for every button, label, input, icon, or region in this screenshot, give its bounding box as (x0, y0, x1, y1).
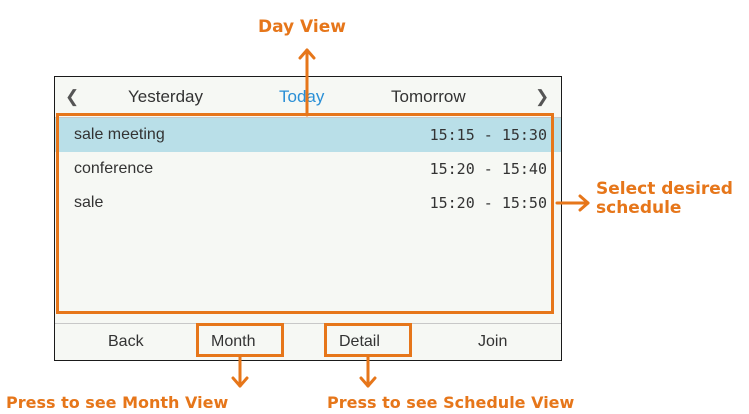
nav-today[interactable]: Today (279, 87, 324, 107)
back-button[interactable]: Back (108, 333, 144, 351)
day-view-annotation: Day View (258, 17, 346, 37)
select-annotation-line1: Select desired (596, 179, 733, 199)
detail-button-highlight (324, 323, 412, 357)
select-schedule-annotation: Select desired schedule (596, 180, 733, 217)
day-navigation-bar: ❮ Yesterday Today Tomorrow ❯ (55, 77, 561, 118)
month-button-highlight (196, 323, 284, 357)
select-arrowhead (578, 194, 590, 212)
schedule-view-annotation: Press to see Schedule View (327, 393, 575, 412)
month-arrowhead (231, 376, 249, 388)
join-button[interactable]: Join (478, 333, 507, 351)
schedule-list-highlight (56, 113, 554, 314)
detail-arrowhead (359, 376, 377, 388)
chevron-right-icon[interactable]: ❯ (535, 87, 549, 107)
month-view-annotation: Press to see Month View (6, 393, 229, 412)
nav-tomorrow[interactable]: Tomorrow (391, 87, 466, 107)
chevron-left-icon[interactable]: ❮ (65, 87, 79, 107)
softkey-bar: Back Month Detail Join (55, 323, 561, 360)
select-annotation-line2: schedule (596, 197, 682, 218)
nav-yesterday[interactable]: Yesterday (128, 87, 203, 107)
day-view-arrowhead (298, 48, 316, 60)
